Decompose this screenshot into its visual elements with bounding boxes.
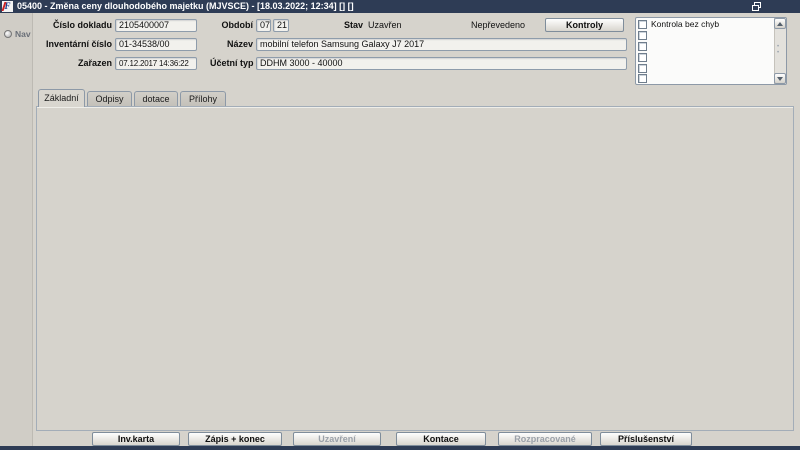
ucetni-typ-field[interactable]: DDHM 3000 - 40000 <box>256 57 627 70</box>
nav-label: Nav <box>15 28 31 40</box>
scrollbar-up-button[interactable] <box>774 18 786 29</box>
checkbox[interactable] <box>638 64 647 73</box>
kontrola-item-label: Kontrola bez chyb <box>651 18 719 30</box>
zarazen-field[interactable]: 07.12.2017 14:36:22 <box>115 57 197 70</box>
checkbox[interactable] <box>638 53 647 62</box>
inventarni-cislo-field[interactable]: 01-34538/00 <box>115 38 197 51</box>
app-icon: F <box>2 1 13 12</box>
triangle-down-icon <box>777 77 783 81</box>
checkbox[interactable] <box>638 31 647 40</box>
tab-content-panel <box>36 106 794 431</box>
inventarni-cislo-label: Inventární číslo <box>30 38 112 51</box>
checkbox[interactable] <box>638 42 647 51</box>
restore-window-icon[interactable] <box>752 2 761 11</box>
title-bar: F 05400 - Změna ceny dlouhodobého majetk… <box>0 0 800 13</box>
scrollbar-down-button[interactable] <box>774 73 786 84</box>
prislusenstvi-button[interactable]: Příslušenství <box>600 432 692 446</box>
triangle-up-icon <box>777 22 783 26</box>
tab-zakladni[interactable]: Základní <box>38 89 85 107</box>
tab-prilohy[interactable]: Přílohy <box>180 91 226 107</box>
cislo-dokladu-field[interactable]: 2105400007 <box>115 19 197 32</box>
inv-karta-button[interactable]: Inv.karta <box>92 432 180 446</box>
nav-sidebar: Nav <box>0 13 33 446</box>
checkbox[interactable] <box>638 74 647 83</box>
window-bottom-edge <box>0 446 800 450</box>
scrollbar-grip-icon: •• <box>777 44 779 56</box>
app-window: F 05400 - Změna ceny dlouhodobého majetk… <box>0 0 800 450</box>
nazev-field[interactable]: mobilní telefon Samsung Galaxy J7 2017 <box>256 38 627 51</box>
restore-front-square <box>752 5 759 11</box>
tab-odpisy[interactable]: Odpisy <box>87 91 132 107</box>
nazev-label: Název <box>210 38 253 51</box>
obdobi-mesic-field[interactable]: 07 <box>256 19 271 32</box>
obdobi-label: Období <box>210 19 253 32</box>
cislo-dokladu-label: Číslo dokladu <box>30 19 112 32</box>
kontroly-button[interactable]: Kontroly <box>545 18 624 32</box>
obdobi-rok-field[interactable]: 21 <box>273 19 289 32</box>
uzavreni-button: Uzavření <box>293 432 381 446</box>
rozpracovane-button: Rozpracované <box>498 432 592 446</box>
tab-dotace[interactable]: dotace <box>134 91 178 107</box>
kontrola-checkbox[interactable] <box>638 20 647 29</box>
window-title: 05400 - Změna ceny dlouhodobého majetku … <box>17 0 354 13</box>
stav-label: Stav <box>344 19 363 32</box>
stav-value: Uzavřen <box>368 19 402 32</box>
nav-radio[interactable] <box>4 30 12 38</box>
ucetni-typ-label: Účetní typ <box>210 57 253 70</box>
zapis-konec-button[interactable]: Zápis + konec <box>188 432 282 446</box>
kontace-button[interactable]: Kontace <box>396 432 486 446</box>
zarazen-label: Zařazen <box>30 57 112 70</box>
prevod-status: Nepřevedeno <box>471 19 525 32</box>
